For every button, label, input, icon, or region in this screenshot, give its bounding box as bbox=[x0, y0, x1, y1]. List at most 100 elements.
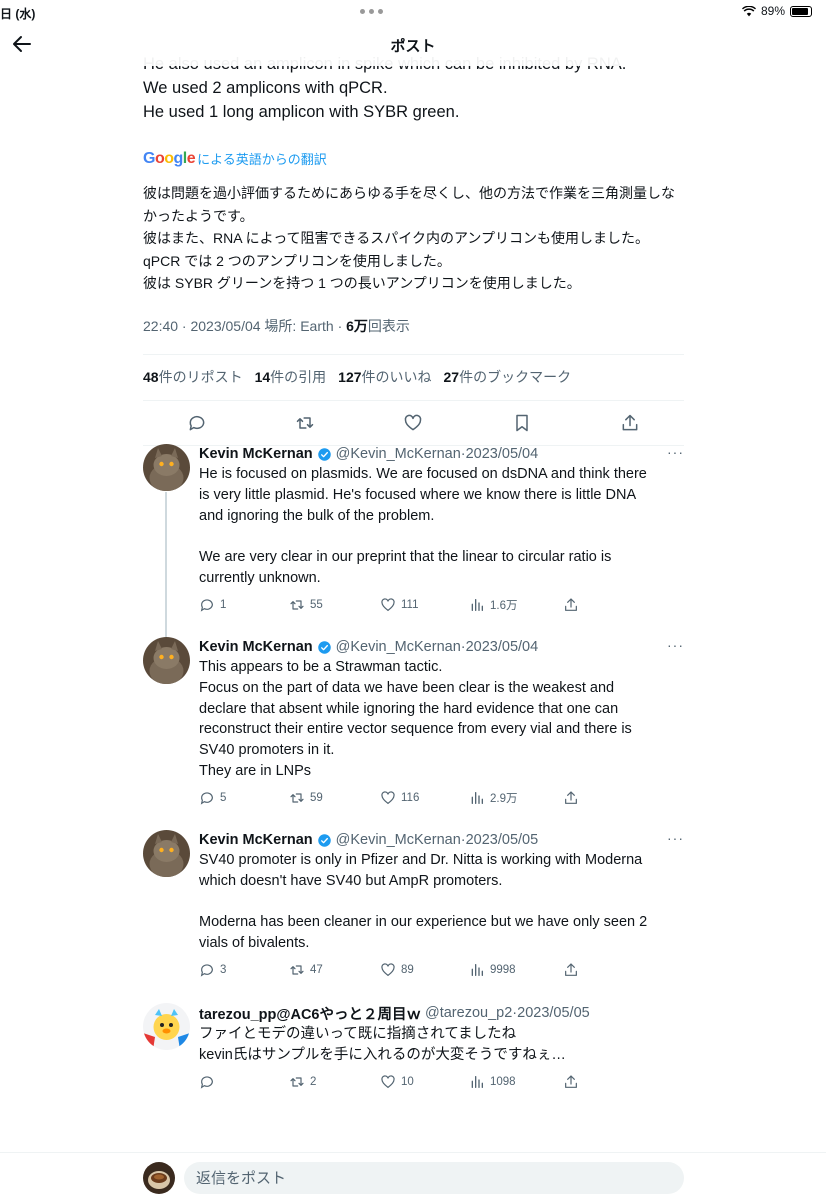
author-handle[interactable]: @Kevin_McKernan bbox=[336, 446, 461, 462]
share-icon bbox=[565, 1074, 577, 1088]
author-name[interactable]: Kevin McKernan bbox=[199, 639, 313, 655]
author-name[interactable]: Kevin McKernan bbox=[199, 832, 313, 848]
my-avatar[interactable] bbox=[143, 1162, 175, 1194]
main-post: He also used an amplicon in spike which … bbox=[143, 52, 684, 446]
header: ポスト bbox=[0, 22, 826, 66]
reply-actions: 3 47 89 9998 bbox=[199, 962, 684, 982]
more-options-icon[interactable]: ··· bbox=[667, 637, 684, 653]
reply-actions: 5 59 116 2.9万 bbox=[199, 790, 684, 810]
post-meta: 22:40 · 2023/05/04 場所: Earth · 6万回表示 bbox=[143, 316, 684, 336]
more-options-icon[interactable]: ··· bbox=[667, 444, 684, 460]
repost-icon bbox=[290, 600, 304, 610]
reply-header: Kevin McKernan @Kevin_McKernan · 2023/05… bbox=[199, 830, 684, 850]
view-count: 6万 bbox=[346, 317, 368, 334]
post-line: We used 2 amplicons with qPCR. bbox=[143, 79, 388, 97]
repost-button[interactable]: 2 bbox=[289, 1074, 316, 1090]
author-handle[interactable]: @Kevin_McKernan bbox=[336, 832, 461, 848]
repost-icon bbox=[290, 965, 304, 975]
analytics-icon bbox=[471, 791, 483, 804]
reply-button[interactable]: 1 bbox=[199, 597, 226, 613]
like-button[interactable]: 10 bbox=[380, 1074, 414, 1090]
views-button[interactable]: 1.6万 bbox=[469, 597, 518, 613]
like-button[interactable]: 111 bbox=[380, 597, 418, 613]
like-icon[interactable] bbox=[403, 413, 423, 433]
reply-icon bbox=[200, 1075, 213, 1089]
post-date[interactable]: 2023/05/04 bbox=[466, 446, 539, 462]
author-handle[interactable]: @Kevin_McKernan bbox=[336, 639, 461, 655]
wifi-icon bbox=[741, 5, 756, 16]
reply-actions: 2 10 1098 bbox=[199, 1074, 684, 1094]
reply-button[interactable]: 3 bbox=[199, 962, 226, 978]
like-icon bbox=[381, 963, 395, 977]
author-handle[interactable]: @tarezou_p2 bbox=[425, 1005, 512, 1021]
reply-composer-bar bbox=[0, 1152, 826, 1200]
author-name[interactable]: tarezou_pp@AC6やっと２周目ｗ bbox=[199, 1003, 421, 1024]
translated-line: かったようです。 bbox=[143, 207, 254, 224]
views-button[interactable]: 1098 bbox=[469, 1074, 516, 1090]
like-button[interactable]: 89 bbox=[380, 962, 414, 978]
repost-button[interactable]: 47 bbox=[289, 962, 323, 978]
status-date: 日 (水) bbox=[0, 7, 36, 21]
multitask-dots[interactable] bbox=[360, 9, 383, 14]
reply-icon bbox=[200, 792, 213, 805]
avatar[interactable] bbox=[143, 637, 190, 684]
reply-button[interactable] bbox=[199, 1074, 220, 1090]
status-bar: 日 (水) 89% bbox=[0, 0, 826, 22]
share-icon bbox=[565, 963, 577, 976]
repost-icon bbox=[290, 793, 304, 803]
verified-badge-icon bbox=[317, 833, 331, 847]
post-date[interactable]: 2023/05/05 bbox=[517, 1005, 590, 1021]
repost-icon bbox=[290, 1076, 304, 1087]
stat-reposts[interactable]: 48件のリポスト bbox=[143, 367, 243, 387]
views-button[interactable]: 9998 bbox=[469, 962, 516, 978]
avatar[interactable] bbox=[143, 830, 190, 877]
reply-body: Kevin McKernan @Kevin_McKernan · 2023/05… bbox=[199, 444, 684, 617]
stat-likes[interactable]: 127件のいいね bbox=[338, 367, 431, 387]
reply-icon bbox=[200, 599, 213, 612]
reply-button[interactable]: 5 bbox=[199, 790, 226, 806]
views-button[interactable]: 2.9万 bbox=[469, 790, 518, 806]
analytics-icon bbox=[471, 1075, 483, 1088]
avatar[interactable] bbox=[143, 1003, 190, 1050]
share-icon bbox=[565, 791, 577, 804]
reply-header: tarezou_pp@AC6やっと２周目ｗ @tarezou_p2 · 2023… bbox=[199, 1003, 684, 1023]
more-options-icon[interactable]: ··· bbox=[667, 830, 684, 846]
reply-actions: 1 55 111 1.6万 bbox=[199, 597, 684, 617]
like-button[interactable]: 116 bbox=[380, 790, 419, 806]
repost-button[interactable]: 55 bbox=[289, 597, 323, 613]
reply-input[interactable] bbox=[184, 1162, 684, 1194]
reply-text: He is focused on plasmids. We are focuse… bbox=[199, 466, 647, 586]
battery-percent: 89% bbox=[760, 4, 785, 18]
view-label: 回表示 bbox=[367, 317, 410, 334]
author-name[interactable]: Kevin McKernan bbox=[199, 446, 313, 462]
share-button[interactable] bbox=[563, 597, 579, 613]
stat-bookmarks[interactable]: 27件のブックマーク bbox=[444, 367, 572, 387]
reply-icon[interactable] bbox=[187, 413, 207, 433]
share-button[interactable] bbox=[563, 1074, 579, 1090]
stat-quotes[interactable]: 14件の引用 bbox=[255, 367, 327, 387]
post-line: He used 1 long amplicon with SYBR green. bbox=[143, 103, 460, 121]
post-translated-text: 彼は問題を過小評価するためにあらゆる手を尽くし、他の方法で作業を三角測量しな か… bbox=[143, 182, 684, 295]
share-button[interactable] bbox=[563, 962, 579, 978]
reply-body: tarezou_pp@AC6やっと２周目ｗ @tarezou_p2 · 2023… bbox=[199, 1003, 684, 1094]
translated-line: 彼は問題を過小評価するためにあらゆる手を尽くし、他の方法で作業を三角測量しな bbox=[143, 185, 675, 201]
bookmark-icon[interactable] bbox=[512, 413, 532, 433]
translation-attribution[interactable]: Google による英語からの翻訳 bbox=[143, 149, 684, 168]
reply-header: Kevin McKernan @Kevin_McKernan · 2023/05… bbox=[199, 444, 684, 464]
thread-line bbox=[165, 492, 167, 642]
repost-button[interactable]: 59 bbox=[289, 790, 323, 806]
reply-text: This appears to be a Strawman tactic. Foc… bbox=[199, 659, 632, 779]
verified-badge-icon bbox=[317, 447, 331, 461]
translate-label[interactable]: による英語からの翻訳 bbox=[197, 149, 327, 168]
repost-icon[interactable] bbox=[295, 413, 315, 433]
avatar[interactable] bbox=[143, 444, 190, 491]
post-date[interactable]: 2023/05/04 bbox=[466, 639, 539, 655]
share-icon[interactable] bbox=[620, 413, 640, 433]
reply-icon bbox=[200, 964, 213, 977]
post-timestamp-location[interactable]: 22:40 · 2023/05/04 場所: Earth · bbox=[143, 318, 346, 334]
like-icon bbox=[381, 791, 395, 804]
post-date[interactable]: 2023/05/05 bbox=[466, 832, 539, 848]
reply-body: Kevin McKernan @Kevin_McKernan · 2023/05… bbox=[199, 830, 684, 982]
share-button[interactable] bbox=[563, 790, 579, 806]
reply-text: SV40 promoter is only in Pfizer and Dr. … bbox=[199, 852, 648, 952]
